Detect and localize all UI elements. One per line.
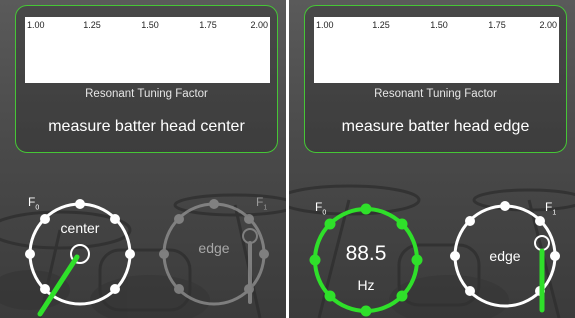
frequency-unit: Hz (357, 277, 375, 293)
tuner-screen-left: 1.00 1.25 1.50 1.75 2.00 Resonant Tuning… (0, 0, 286, 318)
frequency-value: 88.5 (345, 242, 387, 265)
edge-dial-label: edge (198, 240, 230, 256)
center-dial[interactable] (25, 199, 135, 317)
center-dial-label: center (60, 220, 100, 236)
dial-layer (309, 201, 560, 317)
edge-dial-label: edge (489, 248, 521, 264)
tuner-screen-right: 1.00 1.25 1.50 1.75 2.00 Resonant Tuning… (289, 0, 575, 318)
dial-layer (25, 199, 269, 317)
